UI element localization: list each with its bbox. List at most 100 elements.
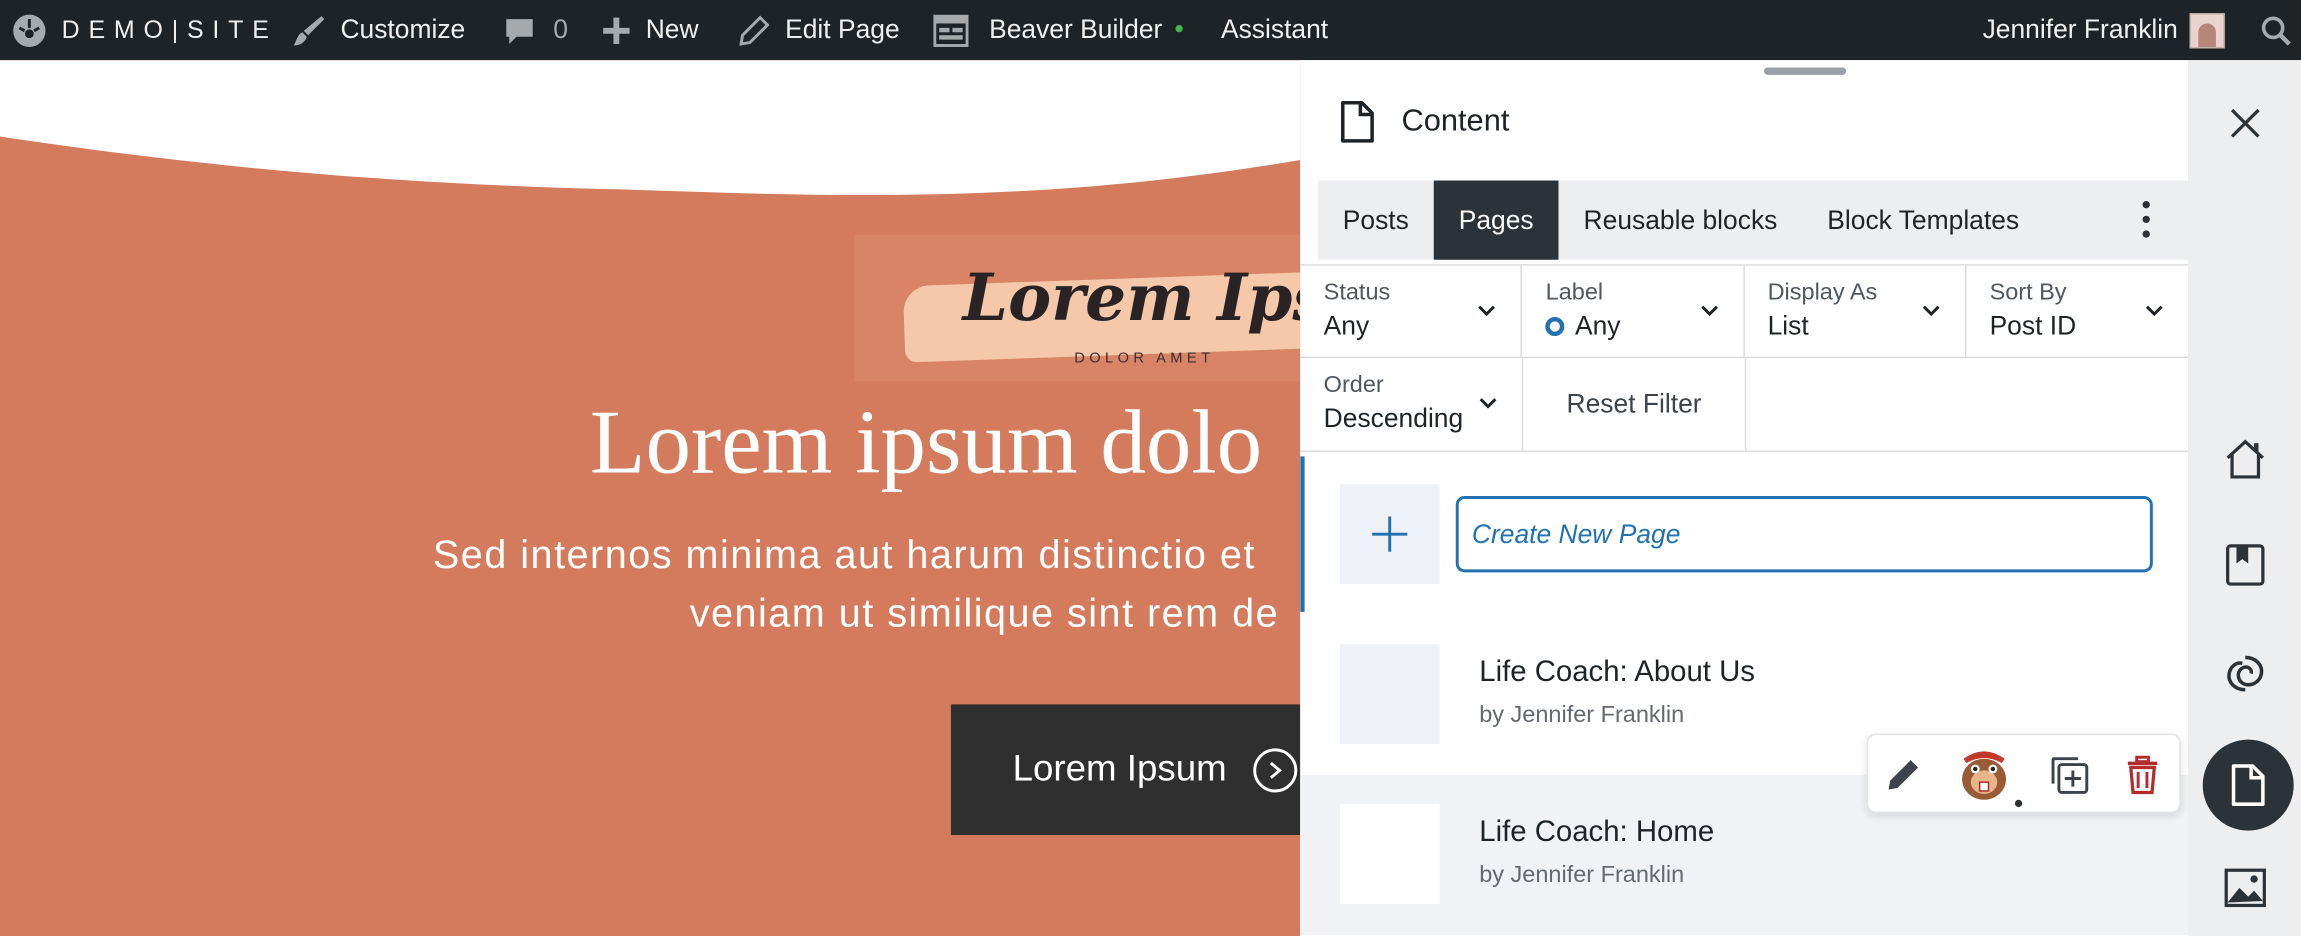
- beaver-builder-icon: [1962, 751, 2007, 800]
- trash-icon: [2127, 755, 2158, 795]
- pencil-icon: [739, 14, 770, 46]
- media-icon: [2224, 868, 2266, 908]
- new-label: New: [645, 14, 699, 45]
- edit-page-label: Edit Page: [785, 14, 900, 45]
- label-filter-label: Label: [1545, 280, 1604, 306]
- label-filter-value: Any: [1574, 311, 1621, 341]
- admin-bar: DEMO|SITE Customize 0 New Edit Page Beav…: [0, 0, 2301, 61]
- page-author: by Jennifer Franklin: [1479, 702, 1685, 728]
- search-icon: [2261, 15, 2291, 45]
- new-content-link[interactable]: New: [602, 0, 699, 60]
- page-icon: [1341, 100, 1374, 143]
- close-button[interactable]: [2222, 100, 2269, 147]
- chevron-down-icon: [1700, 305, 1718, 317]
- plus-icon: [1372, 516, 1408, 552]
- comment-icon: [506, 18, 533, 44]
- hero-title: Lorem ipsum dolo: [589, 393, 1263, 494]
- edit-page-link[interactable]: Edit Page: [738, 0, 900, 60]
- edit-button[interactable]: [1880, 751, 1927, 798]
- chevron-down-icon: [1922, 305, 1940, 317]
- create-page-plus-button[interactable]: [1339, 484, 1440, 585]
- beaver-builder-label: Beaver Builder: [989, 14, 1163, 45]
- page-title: Life Coach: Home: [1479, 815, 1715, 849]
- content-panel-button[interactable]: [2202, 739, 2294, 831]
- reset-filter-button[interactable]: Reset Filter: [1523, 358, 1747, 451]
- customize-link[interactable]: Customize: [291, 0, 466, 60]
- media-button[interactable]: [2222, 864, 2269, 911]
- plus-icon: [603, 16, 630, 44]
- avatar: [2189, 12, 2225, 48]
- sort-by-filter-label: Sort By: [1989, 280, 2067, 306]
- home-icon: [2226, 439, 2264, 479]
- panel-header: Content: [1338, 98, 1509, 145]
- logo-script-text: Lorem Ipsum: [962, 261, 1301, 337]
- status-filter-label: Status: [1323, 280, 1391, 306]
- label-color-icon: [1545, 316, 1565, 337]
- label-filter[interactable]: Label Any: [1522, 265, 1745, 357]
- focus-accent: [1300, 456, 1305, 612]
- close-icon: [2230, 108, 2260, 138]
- site-menu[interactable]: DEMO|SITE: [12, 0, 278, 60]
- page-thumbnail: [1339, 804, 1440, 904]
- page-thumbnail: [1339, 644, 1440, 745]
- edit-icon: [1888, 760, 1919, 790]
- page-icon: [2231, 764, 2265, 806]
- brush-icon: [293, 15, 325, 45]
- status-dot: [2014, 799, 2023, 808]
- tab-reusable-blocks[interactable]: Reusable blocks: [1559, 181, 1803, 260]
- duplicate-button[interactable]: [2046, 751, 2093, 798]
- tab-pages[interactable]: Pages: [1433, 180, 1559, 260]
- swirl-icon: [2227, 655, 2264, 692]
- filter-bar: Status Any Label Any Display As List Sor…: [1300, 264, 2189, 452]
- chevron-down-icon: [2145, 305, 2163, 317]
- user-name: Jennifer Franklin: [1982, 14, 2178, 45]
- sort-by-filter[interactable]: Sort By Post ID: [1966, 266, 2188, 357]
- status-dot: [1175, 24, 1183, 33]
- integrations-button[interactable]: [2222, 650, 2269, 697]
- status-filter[interactable]: Status Any: [1300, 265, 1523, 357]
- more-options-icon[interactable]: [2142, 201, 2150, 238]
- create-page-row: Create New Page: [1300, 456, 2188, 612]
- chevron-down-icon: [1479, 398, 1497, 409]
- site-name: DEMO|SITE: [61, 15, 278, 44]
- chevron-right-icon: [1253, 747, 1298, 792]
- display-as-filter[interactable]: Display As List: [1744, 265, 1967, 357]
- row-actions-toolbar: [1866, 733, 2181, 813]
- panel-title: Content: [1401, 104, 1510, 138]
- order-filter[interactable]: Order Descending: [1300, 358, 1524, 451]
- hero-cta-button[interactable]: Lorem Ipsum: [950, 704, 1301, 836]
- hero-wave: [0, 60, 1301, 196]
- user-menu[interactable]: Jennifer Franklin: [1983, 0, 2225, 60]
- beaver-builder-button[interactable]: [1953, 747, 2023, 808]
- hero-section: Lorem Ipsum DOLOR AMET Lorem ipsum dolo …: [0, 60, 1301, 936]
- duplicate-icon: [2051, 757, 2089, 794]
- beaver-builder-icon: [933, 13, 969, 47]
- assistant-link[interactable]: Assistant: [1221, 0, 1328, 60]
- saved-button[interactable]: [2222, 542, 2269, 589]
- wordpress-site-icon: [13, 13, 46, 47]
- beaver-builder-link[interactable]: Beaver Builder: [933, 0, 1183, 60]
- chevron-down-icon: [1478, 305, 1496, 317]
- hero-subtitle-line2: veniam ut similique sint rem de: [689, 591, 1280, 636]
- bookmark-icon: [2226, 544, 2265, 586]
- comments-link[interactable]: 0: [503, 0, 568, 60]
- panel-drag-handle[interactable]: [1763, 67, 1847, 75]
- tab-block-templates[interactable]: Block Templates: [1802, 181, 2044, 260]
- display-as-filter-label: Display As: [1767, 280, 1878, 306]
- page-title: Life Coach: About Us: [1479, 655, 1755, 689]
- create-new-page-input[interactable]: Create New Page: [1455, 496, 2153, 573]
- comments-count: 0: [553, 14, 568, 45]
- assistant-label: Assistant: [1220, 14, 1329, 45]
- hero-logo: Lorem Ipsum DOLOR AMET: [854, 234, 1301, 382]
- tab-posts[interactable]: Posts: [1318, 181, 1434, 260]
- hero-cta-label: Lorem Ipsum: [1012, 748, 1227, 790]
- trash-button[interactable]: [2119, 751, 2166, 798]
- hero-subtitle-line1: Sed internos minima aut harum distinctio…: [432, 532, 1256, 577]
- search-button[interactable]: [2260, 0, 2292, 60]
- customize-label: Customize: [340, 14, 466, 45]
- home-button[interactable]: [2222, 436, 2269, 483]
- logo-tagline: DOLOR AMET: [1074, 350, 1215, 367]
- filter-spacer: [1746, 358, 2188, 450]
- assistant-rail: [2188, 60, 2301, 936]
- page-author: by Jennifer Franklin: [1479, 862, 1685, 888]
